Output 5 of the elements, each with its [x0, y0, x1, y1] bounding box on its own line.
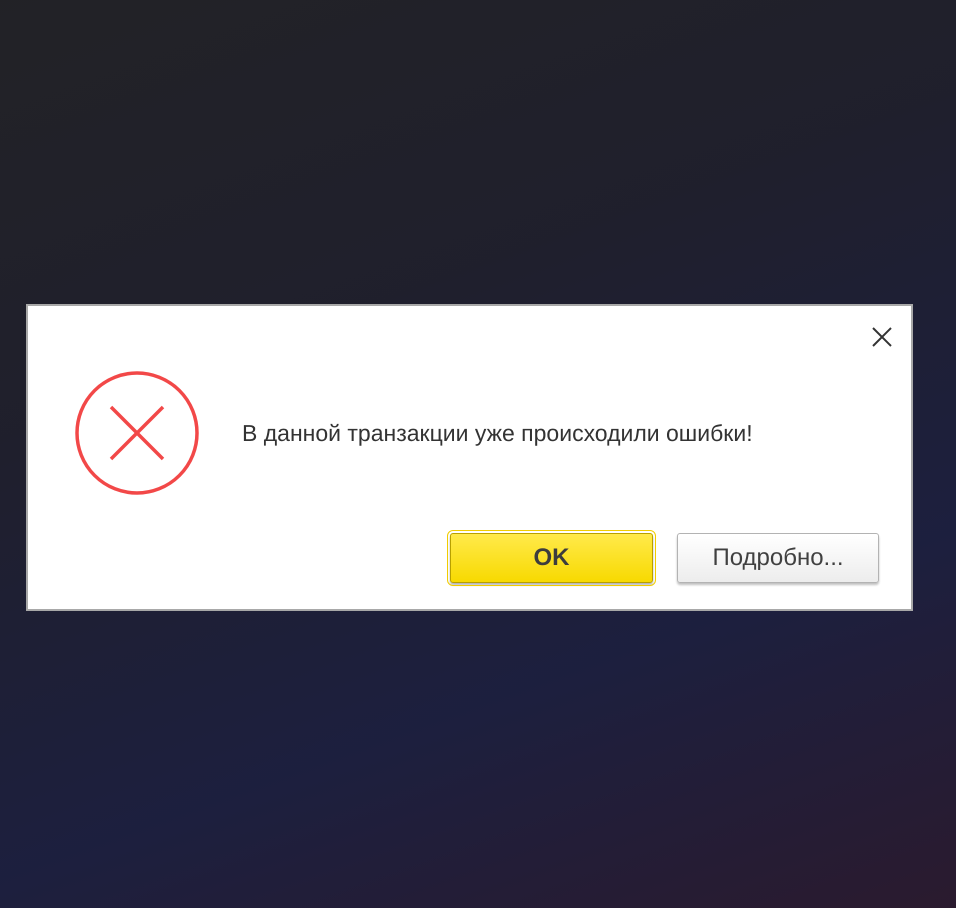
details-button[interactable]: Подробно... — [677, 533, 879, 583]
close-icon[interactable] — [871, 326, 893, 348]
error-icon — [74, 370, 200, 496]
ok-button[interactable]: OK — [450, 533, 653, 583]
error-message: В данной транзакции уже происходили ошибки! — [242, 418, 753, 448]
